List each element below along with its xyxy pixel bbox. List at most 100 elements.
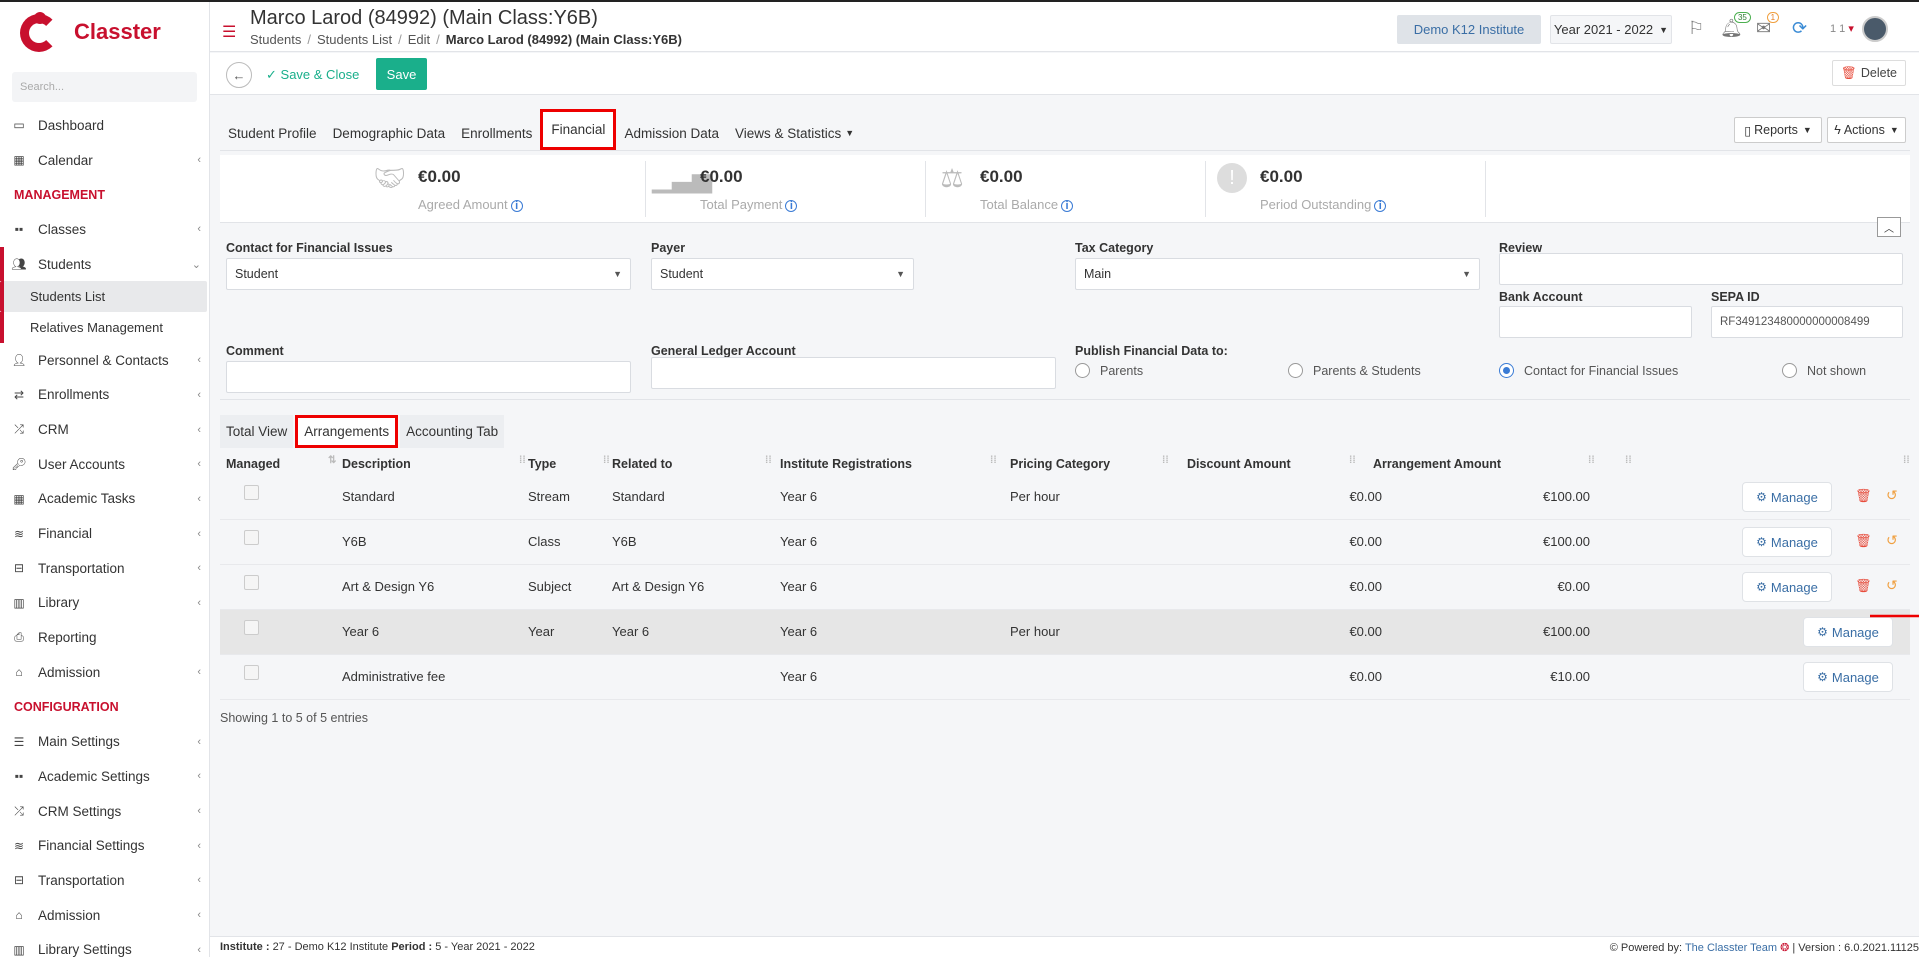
user-menu-label[interactable]: 1 1 ▾ [1830, 22, 1854, 35]
publish-parents-students-radio[interactable]: Parents & Students [1288, 363, 1421, 378]
back-button[interactable]: ← [226, 62, 252, 88]
reports-button[interactable]: ▯ Reports ▼ [1734, 117, 1822, 143]
actions-button[interactable]: ϟ Actions ▼ [1827, 117, 1906, 143]
save-close-button[interactable]: ✓ Save & Close [266, 67, 359, 83]
sidebar-subitem-relatives-management[interactable]: Relatives Management [0, 312, 209, 343]
trash-icon[interactable]: 🗑︎ [1855, 578, 1872, 594]
review-field[interactable] [1499, 253, 1903, 285]
sidebar-item-calendar[interactable]: ▦ Calendar ‹ [0, 143, 209, 178]
gl-account-field[interactable] [651, 357, 1056, 389]
sort-icon[interactable]: ⇅ [328, 455, 336, 466]
manage-button[interactable]: ⚙ Manage [1742, 572, 1832, 602]
sidebar-item-admission[interactable]: ⌂ Admission ‹ [0, 898, 209, 933]
breadcrumb-students[interactable]: Students [250, 32, 301, 47]
tab-admission-data[interactable]: Admission Data [616, 116, 727, 150]
classter-team-link[interactable]: The Classter Team [1685, 942, 1777, 954]
column-header[interactable]: Arrangement Amount [1373, 457, 1501, 471]
sidebar-item-classes[interactable]: ▪▪ Classes ‹ [0, 212, 209, 247]
collapse-button[interactable]: ︿ [1877, 217, 1901, 237]
subtab-total-view[interactable]: Total View [220, 415, 294, 448]
breadcrumb-edit[interactable]: Edit [408, 32, 430, 47]
info-icon[interactable]: i [1374, 200, 1387, 212]
sidebar-item-transportation[interactable]: ⊟ Transportation ‹ [0, 551, 209, 586]
sidebar-search-input[interactable]: Search... [12, 72, 197, 102]
column-header[interactable]: Institute Registrations [780, 457, 912, 471]
info-icon[interactable]: i [1061, 200, 1074, 212]
menu-toggle-icon[interactable]: ☰ [222, 22, 236, 42]
info-icon[interactable]: i [785, 200, 798, 212]
delete-button[interactable]: 🗑︎ Delete [1832, 60, 1906, 86]
sort-icon[interactable]: ⁞⁞ [1162, 455, 1169, 466]
publish-parents-radio[interactable]: Parents [1075, 363, 1143, 378]
managed-checkbox[interactable] [244, 665, 259, 680]
sidebar-item-students[interactable]: 👥︎ Students ⌄ [0, 246, 209, 282]
sidebar-item-financial[interactable]: ≋ Financial ‹ [0, 516, 209, 551]
sort-icon[interactable]: ⁞⁞ [1349, 455, 1356, 466]
managed-checkbox[interactable] [244, 620, 259, 635]
column-header[interactable]: Related to [612, 457, 672, 471]
sidebar-item-library-settings[interactable]: ▥ Library Settings ‹ [0, 933, 209, 957]
sidebar-item-academic-tasks[interactable]: ▦ Academic Tasks ‹ [0, 482, 209, 517]
column-header[interactable]: Managed [226, 457, 280, 471]
manage-button[interactable]: ⚙ Manage [1742, 527, 1832, 557]
trash-icon[interactable]: 🗑︎ [1855, 533, 1872, 549]
sort-icon[interactable]: ⁞⁞ [1903, 455, 1910, 466]
comment-field[interactable] [226, 361, 631, 393]
tab-financial[interactable]: Financial [540, 109, 617, 150]
manage-button[interactable]: ⚙ Manage [1803, 662, 1893, 692]
payer-select[interactable]: Student ▼ [651, 258, 914, 290]
sidebar-subitem-students-list[interactable]: Students List [0, 281, 207, 313]
column-header[interactable]: Description [342, 457, 411, 471]
tab-views-statistics[interactable]: Views & Statistics ▼ [727, 116, 862, 150]
history-icon[interactable]: ↺ [1886, 532, 1898, 549]
sort-icon[interactable]: ⁞⁞ [990, 455, 997, 466]
bank-account-field[interactable] [1499, 306, 1692, 338]
sidebar-item-personnel-contacts[interactable]: 👤︎ Personnel & Contacts ‹ [0, 343, 209, 378]
manage-button[interactable]: ⚙ Manage [1742, 482, 1832, 512]
managed-checkbox[interactable] [244, 485, 259, 500]
tab-enrollments[interactable]: Enrollments [453, 116, 540, 150]
breadcrumb-students-list[interactable]: Students List [317, 32, 392, 47]
subtab-arrangements[interactable]: Arrangements [295, 415, 399, 448]
institute-selector[interactable]: Demo K12 Institute [1397, 15, 1541, 44]
sepa-id-field[interactable]: RF349123480000000008499 [1711, 306, 1903, 338]
sidebar-item-user-accounts[interactable]: 🔑︎ User Accounts ‹ [0, 447, 209, 482]
sidebar-item-crm-settings[interactable]: ⤮ CRM Settings ‹ [0, 794, 209, 829]
tab-demographic-data[interactable]: Demographic Data [325, 116, 454, 150]
sidebar-item-enrollments[interactable]: ⇄ Enrollments ‹ [0, 378, 209, 413]
sync-icon[interactable]: ⟳ [1792, 18, 1807, 39]
mail-icon[interactable]: ✉ 1 [1756, 12, 1780, 39]
sidebar-item-reporting[interactable]: ⎙ Reporting [0, 620, 209, 655]
sidebar-item-main-settings[interactable]: ☰ Main Settings ‹ [0, 724, 209, 759]
subtab-accounting[interactable]: Accounting Tab [400, 415, 505, 448]
sort-icon[interactable]: ⁞⁞ [603, 455, 610, 466]
managed-checkbox[interactable] [244, 530, 259, 545]
history-icon[interactable]: ↺ [1886, 577, 1898, 594]
save-button[interactable]: Save [376, 58, 427, 90]
bell-icon[interactable]: 🔔︎ 35 [1720, 12, 1751, 39]
sort-icon[interactable]: ⁞⁞ [765, 455, 772, 466]
sort-icon[interactable]: ⁞⁞ [519, 455, 526, 466]
sort-icon[interactable]: ⁞⁞ [1588, 455, 1595, 466]
sidebar-item-dashboard[interactable]: ▭ Dashboard [0, 108, 209, 143]
tax-category-select[interactable]: Main ▼ [1075, 258, 1480, 290]
sort-icon[interactable]: ⁞⁞ [1625, 455, 1632, 466]
column-header[interactable]: Pricing Category [1010, 457, 1110, 471]
year-selector[interactable]: Year 2021 - 2022 ▼ [1550, 15, 1672, 44]
sidebar-item-library[interactable]: ▥ Library ‹ [0, 586, 209, 621]
sidebar-item-admission[interactable]: ⌂ Admission ‹ [0, 655, 209, 690]
publish-not-shown-radio[interactable]: Not shown [1782, 363, 1866, 378]
contact-select[interactable]: Student ▼ [226, 258, 631, 290]
managed-checkbox[interactable] [244, 575, 259, 590]
logo[interactable]: Classter [0, 2, 209, 62]
info-icon[interactable]: i [510, 200, 523, 212]
publish-contact-radio[interactable]: Contact for Financial Issues [1499, 363, 1678, 378]
sidebar-item-academic-settings[interactable]: ▪▪ Academic Settings ‹ [0, 759, 209, 794]
trash-icon[interactable]: 🗑︎ [1855, 488, 1872, 504]
sidebar-item-transportation[interactable]: ⊟ Transportation ‹ [0, 863, 209, 898]
sidebar-item-crm[interactable]: ⤮ CRM ‹ [0, 412, 209, 447]
column-header[interactable]: Discount Amount [1187, 457, 1291, 471]
flag-icon[interactable]: ⚐ [1688, 18, 1704, 39]
tab-student-profile[interactable]: Student Profile [220, 116, 325, 150]
history-icon[interactable]: ↺ [1886, 487, 1898, 504]
